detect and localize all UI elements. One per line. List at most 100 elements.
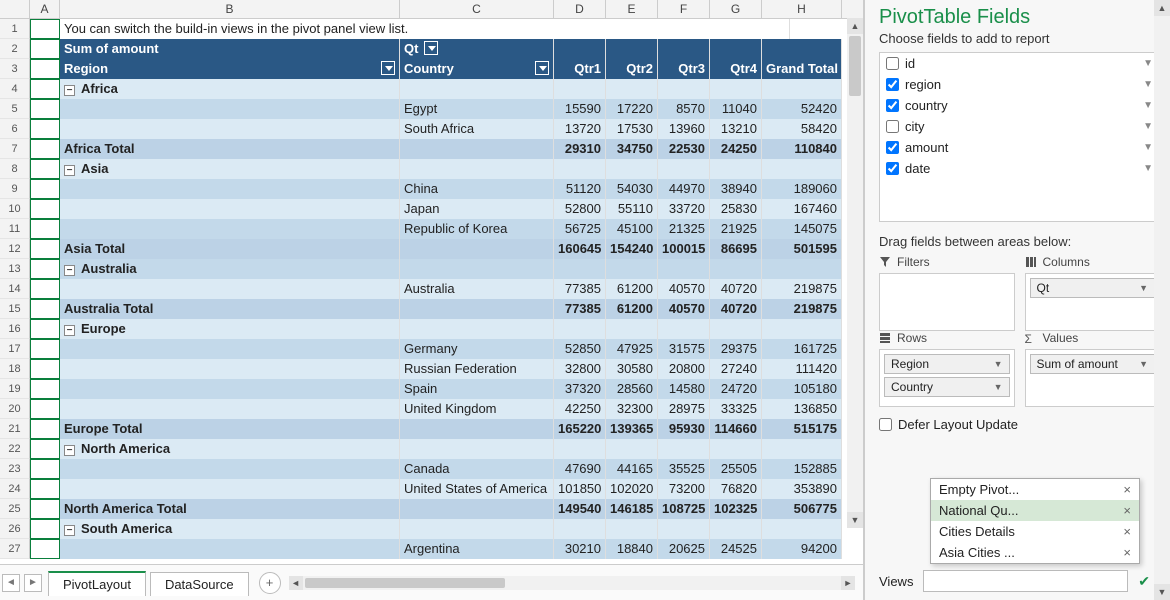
value-cell[interactable]: 161725 (762, 339, 842, 359)
scroll-up-icon[interactable]: ▲ (847, 18, 863, 34)
field-checkbox-date[interactable] (886, 162, 899, 175)
value-cell[interactable]: 73200 (658, 479, 710, 499)
row-header[interactable]: 27 (0, 539, 30, 559)
hscroll-thumb[interactable] (305, 578, 505, 588)
col-header-H[interactable]: H (762, 0, 842, 18)
row-header[interactable]: 18 (0, 359, 30, 379)
chevron-down-icon[interactable]: ▼ (994, 359, 1003, 369)
row-header[interactable]: 21 (0, 419, 30, 439)
row-header[interactable]: 25 (0, 499, 30, 519)
row-header[interactable]: 10 (0, 199, 30, 219)
row-header[interactable]: 20 (0, 399, 30, 419)
value-cell[interactable]: 25830 (710, 199, 762, 219)
collapse-icon[interactable]: − (64, 325, 75, 336)
total-cell[interactable]: 506775 (762, 499, 842, 519)
chevron-down-icon[interactable]: ▼ (1143, 100, 1153, 111)
field-amount[interactable]: amount▼ (880, 137, 1159, 158)
value-cell[interactable]: 28975 (658, 399, 710, 419)
scroll-right-icon[interactable]: ► (841, 576, 855, 590)
field-checkbox-country[interactable] (886, 99, 899, 112)
total-cell[interactable]: 95930 (658, 419, 710, 439)
value-cell[interactable]: 51120 (554, 179, 606, 199)
row-header[interactable]: 4 (0, 79, 30, 99)
country-cell[interactable]: United States of America (400, 479, 554, 499)
col-header-B[interactable]: B (60, 0, 400, 18)
data-cell[interactable] (60, 199, 400, 219)
chevron-down-icon[interactable]: ▼ (1143, 163, 1153, 174)
col-header-E[interactable]: E (606, 0, 658, 18)
col-header-C[interactable]: C (400, 0, 554, 18)
field-date[interactable]: date▼ (880, 158, 1159, 179)
apply-view-icon[interactable]: ✔ (1138, 573, 1150, 590)
value-cell[interactable]: 61200 (606, 279, 658, 299)
view-item-national[interactable]: National Qu...× (931, 500, 1139, 521)
value-cell[interactable]: 101850 (554, 479, 606, 499)
total-cell[interactable]: 102325 (710, 499, 762, 519)
total-cell[interactable]: 40720 (710, 299, 762, 319)
total-cell[interactable]: 108725 (658, 499, 710, 519)
defer-layout-checkbox[interactable] (879, 418, 892, 431)
value-cell[interactable]: 45100 (606, 219, 658, 239)
country-cell[interactable]: Australia (400, 279, 554, 299)
row-header[interactable]: 13 (0, 259, 30, 279)
row-header[interactable]: 15 (0, 299, 30, 319)
value-cell[interactable]: 37320 (554, 379, 606, 399)
collapse-icon[interactable]: − (64, 165, 75, 176)
value-cell[interactable]: 102020 (606, 479, 658, 499)
value-cell[interactable]: 58420 (762, 119, 842, 139)
close-icon[interactable]: × (1123, 524, 1131, 539)
total-cell[interactable]: 24250 (710, 139, 762, 159)
value-cell[interactable]: 31575 (658, 339, 710, 359)
value-cell[interactable]: 17220 (606, 99, 658, 119)
chevron-down-icon[interactable]: ▼ (1139, 283, 1148, 293)
value-cell[interactable]: 13210 (710, 119, 762, 139)
field-city[interactable]: city▼ (880, 116, 1159, 137)
country-cell[interactable]: South Africa (400, 119, 554, 139)
data-cell[interactable] (60, 119, 400, 139)
value-cell[interactable]: 33325 (710, 399, 762, 419)
value-cell[interactable]: 42250 (554, 399, 606, 419)
row-header[interactable]: 22 (0, 439, 30, 459)
value-cell[interactable]: 33720 (658, 199, 710, 219)
field-checkbox-city[interactable] (886, 120, 899, 133)
row-header[interactable]: 7 (0, 139, 30, 159)
data-cell[interactable] (60, 339, 400, 359)
country-cell[interactable]: Spain (400, 379, 554, 399)
total-cell[interactable]: 219875 (762, 299, 842, 319)
field-country[interactable]: country▼ (880, 95, 1159, 116)
total-cell[interactable]: 501595 (762, 239, 842, 259)
total-cell[interactable]: 146185 (606, 499, 658, 519)
total-cell[interactable]: 29310 (554, 139, 606, 159)
field-region[interactable]: region▼ (880, 74, 1159, 95)
value-cell[interactable]: 28560 (606, 379, 658, 399)
value-cell[interactable]: 167460 (762, 199, 842, 219)
data-cell[interactable] (60, 99, 400, 119)
row-header[interactable]: 26 (0, 519, 30, 539)
field-checkbox-id[interactable] (886, 57, 899, 70)
value-cell[interactable]: 24720 (710, 379, 762, 399)
row-header[interactable]: 3 (0, 59, 30, 79)
total-cell[interactable]: 110840 (762, 139, 842, 159)
scroll-down-icon[interactable]: ▼ (1154, 584, 1170, 600)
row-header[interactable]: 19 (0, 379, 30, 399)
column-field-qt[interactable]: Qt▼ (1030, 278, 1156, 298)
country-cell[interactable]: United Kingdom (400, 399, 554, 419)
total-cell[interactable]: 114660 (710, 419, 762, 439)
country-header[interactable]: Country (400, 59, 554, 79)
data-cell[interactable] (60, 459, 400, 479)
chevron-down-icon[interactable]: ▼ (1143, 142, 1153, 153)
total-cell[interactable]: 165220 (554, 419, 606, 439)
row-header[interactable]: 16 (0, 319, 30, 339)
value-cell[interactable]: 20800 (658, 359, 710, 379)
value-cell[interactable]: 30580 (606, 359, 658, 379)
value-cell[interactable]: 32300 (606, 399, 658, 419)
value-cell[interactable]: 111420 (762, 359, 842, 379)
row-header[interactable]: 17 (0, 339, 30, 359)
row-header[interactable]: 2 (0, 39, 30, 59)
value-cell[interactable]: 21925 (710, 219, 762, 239)
chevron-down-icon[interactable]: ▼ (1143, 79, 1153, 90)
row-header[interactable]: 14 (0, 279, 30, 299)
view-item-cities[interactable]: Cities Details× (931, 521, 1139, 542)
value-cell[interactable]: 30210 (554, 539, 606, 559)
region-row[interactable]: −Africa (60, 79, 400, 99)
